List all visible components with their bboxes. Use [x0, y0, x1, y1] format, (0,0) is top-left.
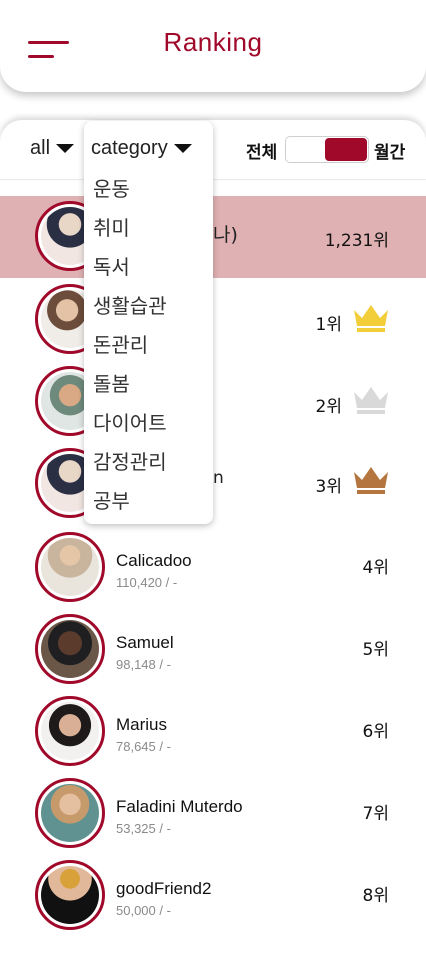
- avatar: [35, 860, 105, 930]
- category-option-reading[interactable]: 독서: [93, 251, 205, 280]
- rank-label: 7위: [362, 804, 389, 824]
- rank-label: 5위: [362, 640, 389, 660]
- my-rank-count: 1,231위: [324, 231, 389, 251]
- user-score: 110,420 / -: [116, 575, 178, 590]
- ranking-row[interactable]: 2위: [0, 360, 426, 442]
- user-name: goodFriend2: [116, 879, 212, 898]
- app-header: Ranking: [0, 0, 426, 92]
- category-option-emotion[interactable]: 감정관리: [93, 446, 205, 475]
- user-score: 53,325 / -: [116, 821, 171, 836]
- gold-crown-icon: [354, 305, 388, 332]
- page-title: Ranking: [163, 27, 263, 57]
- my-ranking-row[interactable]: 나) 1,231위: [0, 196, 426, 278]
- category-option-study[interactable]: 공부: [93, 485, 205, 514]
- category-filter-label: category: [91, 137, 168, 159]
- silver-crown-icon: [354, 387, 388, 414]
- period-filter-dropdown[interactable]: all: [30, 137, 75, 160]
- my-name-fragment: 나): [213, 224, 238, 246]
- user-name: Marius: [116, 715, 168, 734]
- name-fragment: n: [213, 468, 224, 488]
- rank-label: 2위: [315, 397, 342, 417]
- ranking-row[interactable]: Faladini Muterdo 53,325 / - 7위: [0, 770, 426, 852]
- filter-bar: all 전체 월간: [0, 120, 426, 180]
- ranking-row[interactable]: goodFriend2 50,000 / - 8위: [0, 852, 426, 934]
- user-name: Calicadoo: [116, 551, 192, 570]
- user-score: 50,000 / -: [116, 903, 171, 918]
- user-name: Faladini Muterdo: [116, 797, 243, 816]
- rank-label: 4위: [362, 558, 389, 578]
- toggle-knob: [325, 138, 367, 161]
- category-option-diet[interactable]: 다이어트: [93, 407, 205, 436]
- user-score: 98,148 / -: [116, 657, 171, 672]
- caret-down-icon: [56, 144, 75, 153]
- category-dropdown-menu: 운동 취미 독서 생활습관 돈관리 돌봄 다이어트 감정관리 공부: [84, 121, 213, 524]
- category-option-exercise[interactable]: 운동: [93, 173, 205, 202]
- rank-label: 6위: [362, 722, 389, 742]
- ranking-row[interactable]: Samuel 98,148 / - 5위: [0, 606, 426, 688]
- ranking-row[interactable]: Marius 78,645 / - 6위: [0, 688, 426, 770]
- avatar: [35, 778, 105, 848]
- category-filter-dropdown[interactable]: category: [91, 137, 192, 160]
- ranking-row[interactable]: n 3위: [0, 442, 426, 524]
- avatar: [35, 532, 105, 602]
- ranking-row[interactable]: Calicadoo 110,420 / - 4위: [0, 524, 426, 606]
- rank-label: 3위: [315, 477, 342, 497]
- rank-label: 8위: [362, 886, 389, 906]
- rank-label: 1위: [315, 315, 342, 335]
- category-option-hobby[interactable]: 취미: [93, 212, 205, 241]
- ranking-row[interactable]: 1위: [0, 278, 426, 360]
- avatar: [35, 614, 105, 684]
- period-filter-label: all: [30, 137, 51, 159]
- category-option-lifestyle[interactable]: 생활습관: [93, 290, 205, 319]
- user-name: Samuel: [116, 633, 174, 652]
- period-toggle[interactable]: [285, 136, 369, 163]
- bronze-crown-icon: [354, 467, 388, 494]
- avatar: [35, 696, 105, 766]
- user-score: 78,645 / -: [116, 739, 171, 754]
- caret-down-icon: [173, 144, 192, 153]
- segment-all-label[interactable]: 전체: [246, 138, 277, 163]
- category-option-care[interactable]: 돌봄: [93, 368, 205, 397]
- category-option-money[interactable]: 돈관리: [93, 329, 205, 358]
- segment-monthly-label[interactable]: 월간: [374, 138, 405, 163]
